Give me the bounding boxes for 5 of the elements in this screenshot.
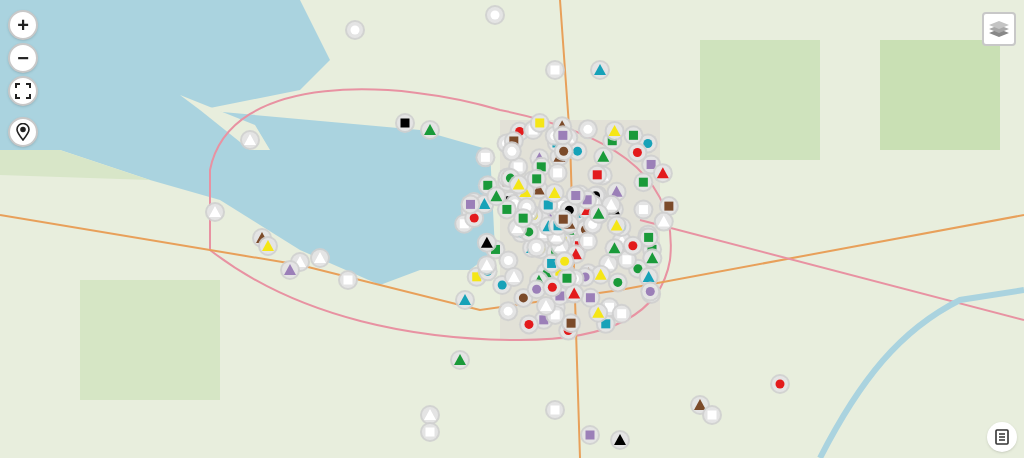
layers-button[interactable] — [982, 12, 1016, 46]
layers-icon — [988, 19, 1010, 39]
list-icon — [995, 429, 1009, 445]
fullscreen-icon — [15, 83, 31, 99]
map-pin-icon — [16, 123, 30, 141]
